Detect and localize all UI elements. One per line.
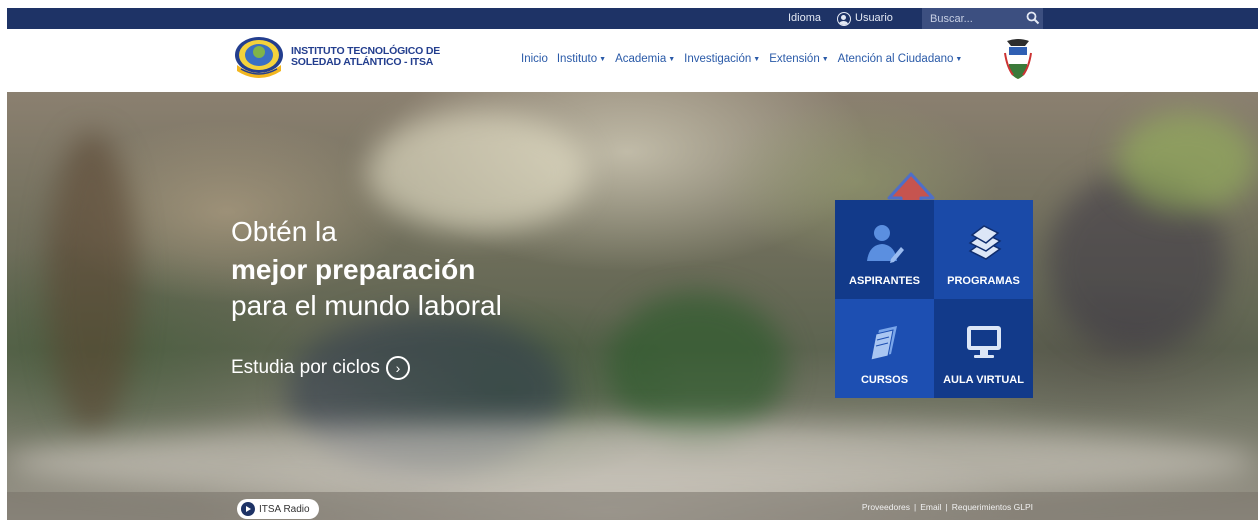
- study-cycles-link[interactable]: Estudia por ciclos ›: [231, 356, 410, 380]
- user-pen-icon: [866, 225, 904, 263]
- link-separator: |: [945, 502, 948, 512]
- footer-links: Proveedores | Email | Requerimientos GLP…: [862, 502, 1033, 512]
- main-nav: Inicio Instituto ▼ Academia ▼ Investigac…: [521, 53, 962, 65]
- user-label: Usuario: [855, 12, 893, 24]
- tile-label: CURSOS: [860, 374, 909, 386]
- search-input[interactable]: [922, 8, 1043, 29]
- nav-item-investigacion[interactable]: Investigación ▼: [684, 53, 760, 65]
- nav-item-label: Atención al Ciudadano: [837, 53, 954, 65]
- quick-access-tiles: ASPIRANTES PROGRAMAS CURSOS AULA VIRTUAL: [835, 200, 1033, 398]
- search-icon[interactable]: [1026, 11, 1040, 25]
- hero-banner: Obtén la mejor preparación para el mundo…: [7, 92, 1258, 520]
- nav-item-label: Instituto: [556, 53, 598, 65]
- nav-item-label: Academia: [615, 53, 667, 65]
- hero-bottom-bar: ITSA Radio Proveedores | Email | Requeri…: [7, 492, 1258, 520]
- caret-down-icon: ▼: [668, 55, 676, 63]
- caret-down-icon: ▼: [821, 55, 829, 63]
- user-menu[interactable]: Usuario: [837, 8, 893, 29]
- link-requerimientos-glpi[interactable]: Requerimientos GLPI: [952, 502, 1033, 512]
- tile-label: ASPIRANTES: [849, 275, 920, 287]
- itsa-radio-label: ITSA Radio: [259, 503, 310, 515]
- pages-icon: [869, 326, 897, 361]
- tile-label: AULA VIRTUAL: [943, 374, 1024, 386]
- tile-aula-virtual[interactable]: AULA VIRTUAL: [934, 299, 1033, 398]
- monitor-icon: [966, 326, 1001, 358]
- tile-programas[interactable]: PROGRAMAS: [934, 200, 1033, 299]
- top-utility-bar: Idioma Usuario: [7, 8, 1258, 29]
- user-icon: [837, 11, 851, 26]
- nav-item-label: Investigación: [684, 53, 752, 65]
- site-logo[interactable]: INSTITUTO TECNOLÓGICO DE SOLEDAD ATLÁNTI…: [231, 33, 440, 81]
- link-separator: |: [914, 502, 917, 512]
- hero-heading-line-3: para el mundo laboral: [231, 290, 502, 321]
- site-header: INSTITUTO TECNOLÓGICO DE SOLEDAD ATLÁNTI…: [7, 29, 1258, 92]
- itsa-emblem-icon: [235, 37, 283, 78]
- caret-down-icon: ▼: [753, 55, 761, 63]
- nav-item-academia[interactable]: Academia ▼: [615, 53, 675, 65]
- logo-line-2: SOLEDAD ATLÁNTICO - ITSA: [291, 56, 434, 68]
- study-cycles-label: Estudia por ciclos: [231, 357, 380, 378]
- hero-heading-line-2: mejor preparación: [231, 254, 476, 285]
- books-icon: [968, 225, 1001, 260]
- play-icon: [241, 502, 255, 516]
- nav-item-label: Extensión: [769, 53, 820, 65]
- chevron-right-icon: ›: [385, 356, 410, 380]
- nav-item-label: Inicio: [521, 53, 548, 65]
- colombia-crest-icon: [1004, 39, 1032, 79]
- link-proveedores[interactable]: Proveedores: [862, 502, 910, 512]
- language-link[interactable]: Idioma: [788, 8, 821, 29]
- tile-cursos[interactable]: CURSOS: [835, 299, 934, 398]
- nav-item-inicio[interactable]: Inicio: [521, 53, 548, 65]
- nav-item-extension[interactable]: Extensión ▼: [769, 53, 828, 65]
- tile-label: PROGRAMAS: [947, 275, 1020, 287]
- caret-down-icon: ▼: [955, 55, 963, 63]
- nav-item-atencion-ciudadano[interactable]: Atención al Ciudadano ▼: [838, 53, 963, 65]
- nav-item-instituto[interactable]: Instituto ▼: [557, 53, 606, 65]
- itsa-radio-button[interactable]: ITSA Radio: [237, 499, 319, 519]
- hero-heading-line-1: Obtén la: [231, 216, 337, 247]
- caret-down-icon: ▼: [599, 55, 607, 63]
- tile-aspirantes[interactable]: ASPIRANTES: [835, 200, 934, 299]
- link-email[interactable]: Email: [920, 502, 941, 512]
